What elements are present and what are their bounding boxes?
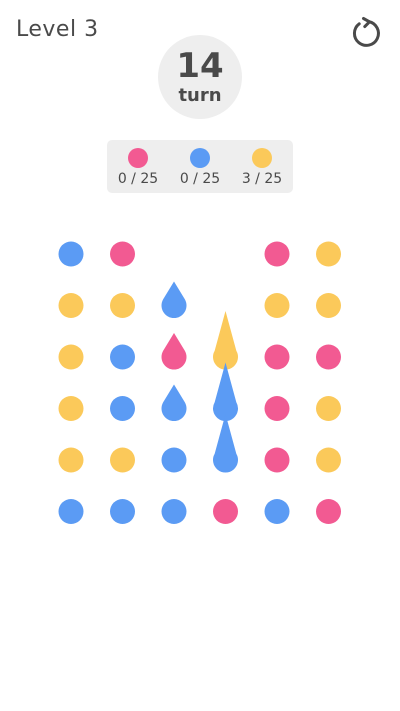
goal-panel: 0 / 25 0 / 25 3 / 25 bbox=[107, 140, 293, 193]
board-dot-yellow[interactable] bbox=[264, 293, 290, 318]
goal-blue-progress: 0 / 25 bbox=[179, 171, 221, 187]
level-title: Level 3 bbox=[16, 17, 99, 42]
goal-yellow: 3 / 25 bbox=[231, 140, 293, 193]
board-dot-blue[interactable] bbox=[110, 396, 135, 421]
board-dot-yellow[interactable] bbox=[316, 241, 341, 267]
goal-blue: 0 / 25 bbox=[169, 140, 231, 193]
board-dot-pink[interactable] bbox=[110, 241, 135, 267]
goal-pink-dot bbox=[128, 148, 148, 168]
board-dot-blue-spike[interactable] bbox=[213, 414, 238, 473]
board-dot-blue[interactable] bbox=[161, 447, 187, 473]
board-dot-pink[interactable] bbox=[213, 499, 238, 524]
board-dot-yellow[interactable] bbox=[58, 293, 84, 318]
board-dot-pink[interactable] bbox=[264, 344, 290, 370]
goal-blue-dot bbox=[190, 148, 210, 168]
board-dot-yellow-spike[interactable] bbox=[213, 311, 238, 370]
turn-count: 14 bbox=[176, 46, 224, 86]
board-dot-yellow[interactable] bbox=[110, 447, 135, 473]
restart-button[interactable] bbox=[346, 14, 384, 52]
board-dot-blue[interactable] bbox=[58, 499, 84, 524]
board-dot-pink-drop[interactable] bbox=[161, 333, 187, 370]
board-dot-yellow[interactable] bbox=[58, 447, 84, 473]
board-dot-yellow[interactable] bbox=[58, 344, 84, 370]
board-dot-blue[interactable] bbox=[58, 241, 84, 267]
goal-pink-progress: 0 / 25 bbox=[117, 171, 159, 187]
turn-label: turn bbox=[178, 85, 222, 106]
board-dot-yellow[interactable] bbox=[316, 293, 341, 318]
board-dot-blue-drop[interactable] bbox=[161, 384, 187, 422]
board-dot-blue[interactable] bbox=[161, 499, 187, 524]
board-dot-pink[interactable] bbox=[264, 241, 290, 267]
board-dot-pink[interactable] bbox=[264, 447, 290, 473]
board-dot-yellow[interactable] bbox=[110, 293, 135, 318]
goal-yellow-progress: 3 / 25 bbox=[241, 171, 283, 187]
board-dot-yellow[interactable] bbox=[316, 396, 341, 421]
board-dot-blue-spike[interactable] bbox=[213, 362, 238, 422]
board-dot-yellow[interactable] bbox=[58, 396, 84, 421]
board-dot-blue[interactable] bbox=[110, 344, 135, 370]
board-dot-yellow[interactable] bbox=[316, 447, 341, 473]
board-dot-blue[interactable] bbox=[110, 499, 135, 524]
goal-pink: 0 / 25 bbox=[107, 140, 169, 193]
board-dot-pink[interactable] bbox=[316, 499, 341, 524]
restart-icon bbox=[352, 17, 380, 47]
board-dot-pink[interactable] bbox=[316, 344, 341, 370]
turn-counter: 14 turn bbox=[158, 35, 242, 119]
board-dot-pink[interactable] bbox=[264, 396, 290, 421]
goal-yellow-dot bbox=[252, 148, 272, 168]
board-dot-blue[interactable] bbox=[264, 499, 290, 524]
board-dot-blue-drop[interactable] bbox=[161, 281, 187, 318]
